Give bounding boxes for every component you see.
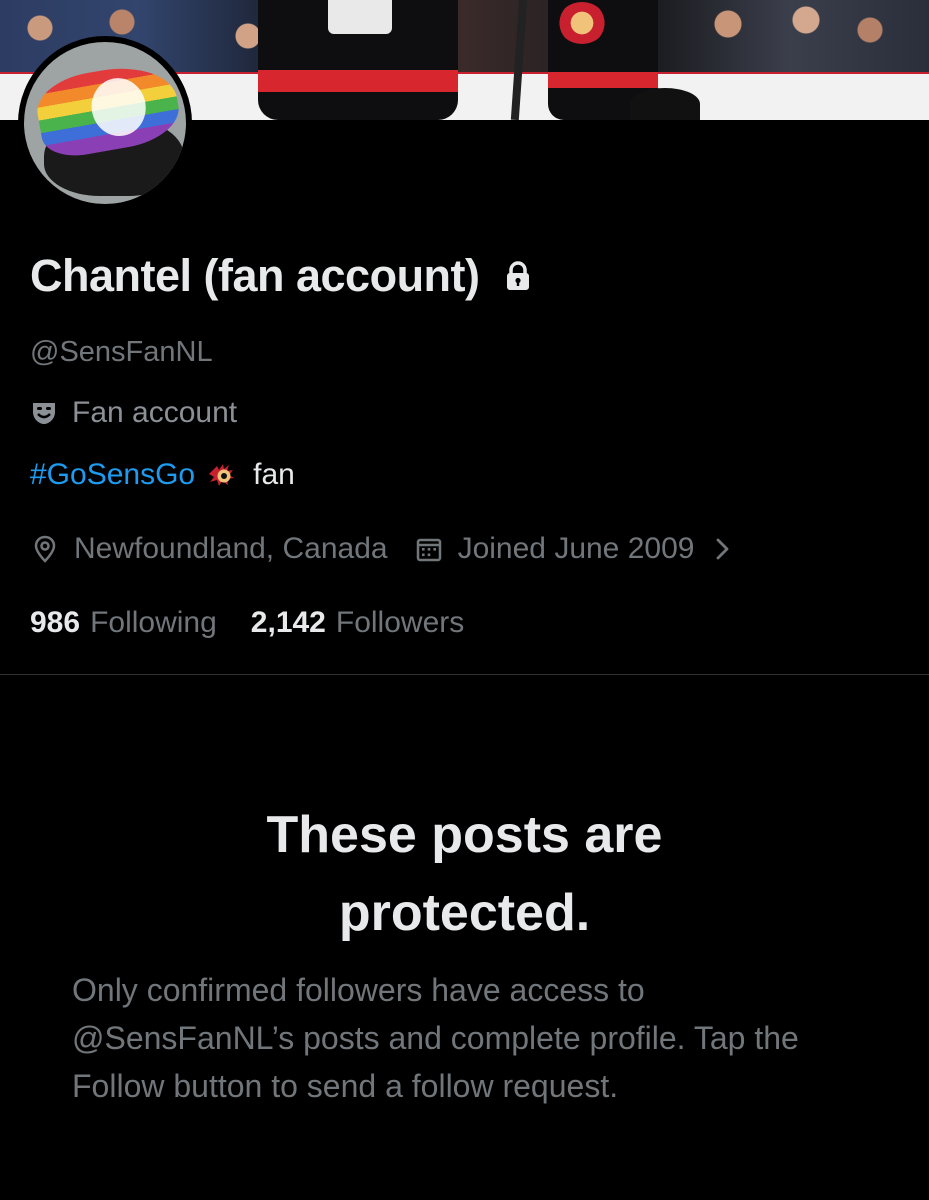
- location-item: Newfoundland, Canada: [30, 532, 388, 566]
- section-divider: [0, 674, 929, 675]
- jersey-crest: [558, 2, 606, 44]
- followers-stat-link[interactable]: 2,142 Followers: [251, 606, 464, 640]
- protected-title-line-2: protected.: [338, 884, 591, 942]
- jersey-stripe: [548, 72, 658, 88]
- profile-handle: @SensFanNL: [30, 336, 213, 368]
- followers-label: Followers: [335, 606, 465, 639]
- profile-meta: Newfoundland, Canada Joined June 2009: [30, 532, 734, 566]
- protected-posts-title: These posts are protected.: [0, 796, 929, 952]
- account-label-text: Fan account: [72, 396, 238, 429]
- profile-name-row: Chantel (fan account): [30, 250, 534, 302]
- joined-item[interactable]: Joined June 2009: [414, 532, 735, 566]
- display-name: Chantel (fan account): [30, 250, 480, 301]
- senators-logo-icon: [207, 460, 237, 490]
- avatar-image: [24, 42, 186, 204]
- location-pin-icon: [30, 534, 60, 564]
- banner-dark-shape: [630, 88, 700, 120]
- follow-stats: 986 Following 2,142 Followers: [30, 606, 464, 640]
- following-stat-link[interactable]: 986 Following: [30, 606, 217, 640]
- account-label-badge[interactable]: Fan account: [30, 396, 237, 430]
- followers-count: 2,142: [250, 606, 326, 639]
- calendar-icon: [414, 534, 444, 564]
- following-count: 986: [30, 606, 81, 639]
- bio-hashtag-link[interactable]: #GoSensGo: [30, 458, 195, 492]
- following-label: Following: [90, 606, 217, 639]
- profile-bio: #GoSensGo fan: [30, 458, 295, 492]
- theater-masks-icon: [30, 399, 58, 427]
- lock-icon: [502, 260, 534, 292]
- protected-title-line-1: These posts are: [266, 806, 663, 864]
- jersey-number-patch: [328, 0, 392, 34]
- chevron-right-icon[interactable]: [712, 536, 734, 562]
- jersey-stripe: [258, 70, 458, 92]
- banner-player-left: [258, 0, 458, 120]
- protected-posts-description: Only confirmed followers have access to …: [72, 972, 799, 1104]
- avatar[interactable]: [18, 36, 192, 210]
- joined-text: Joined June 2009: [457, 532, 695, 565]
- location-text: Newfoundland, Canada: [74, 532, 388, 565]
- bio-text: fan: [253, 458, 295, 491]
